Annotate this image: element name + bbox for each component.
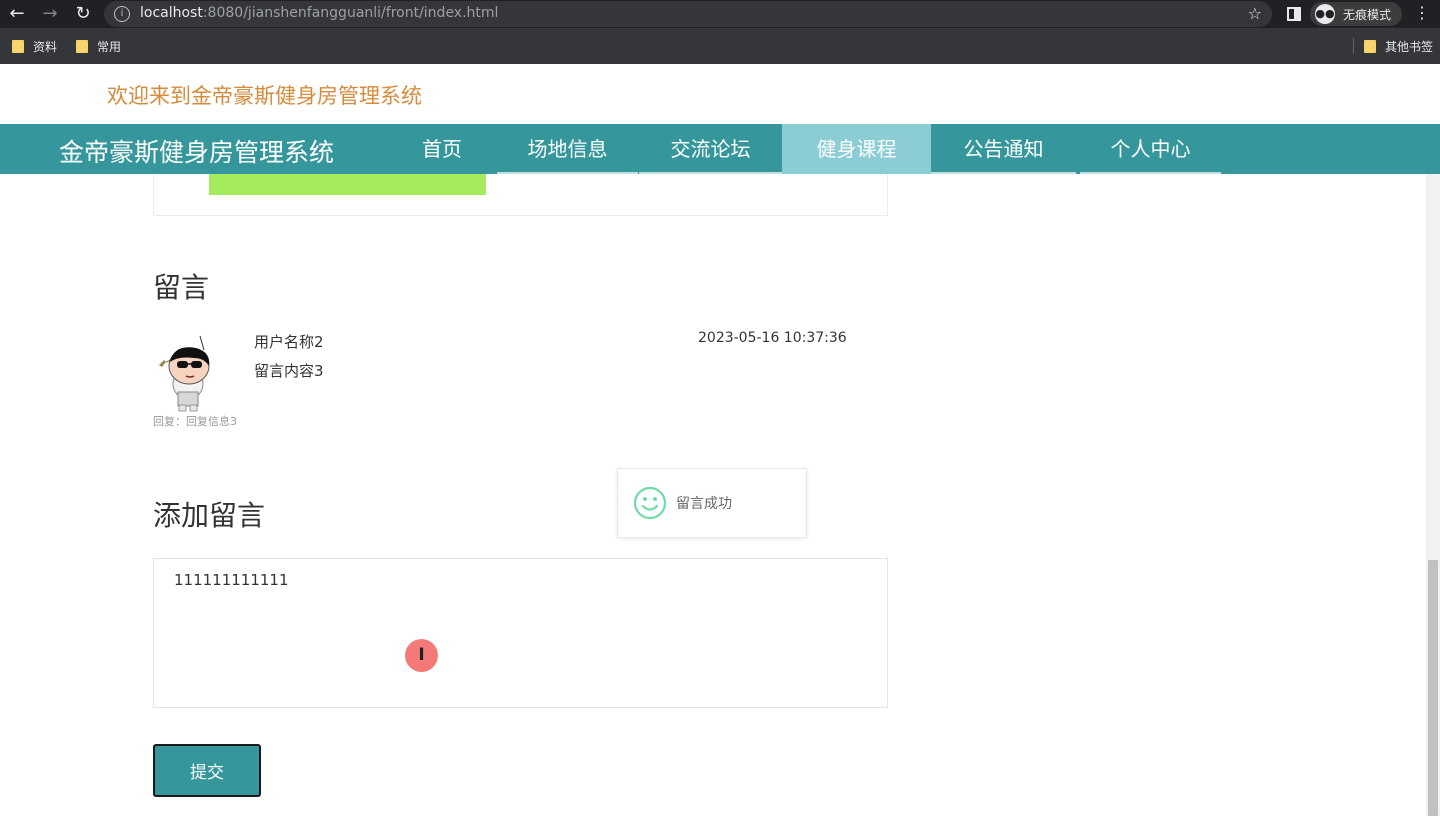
comment-content: 留言内容3 [254,362,324,380]
bookmarks-divider [1353,38,1354,54]
main-navbar: 金帝豪斯健身房管理系统 首页 场地信息 交流论坛 健身课程 公告通知 个人中心 [0,124,1440,174]
nav-item-home[interactable]: 首页 [400,124,484,174]
price-block [209,174,486,195]
site-info-icon[interactable]: i [114,6,130,22]
nav-item-venue-info[interactable]: 场地信息 [497,124,638,174]
bookmark-folder-changyong[interactable]: 常用 [76,38,121,55]
address-bar[interactable]: i localhost:8080/jianshenfangguanli/fron… [104,1,1272,27]
toast-message: 留言成功 [676,496,732,512]
incognito-badge[interactable]: ●● 无痕模式 [1310,2,1402,26]
bookmark-star-icon[interactable]: ☆ [1248,4,1262,23]
more-menu-icon[interactable]: ⋮ [1414,3,1430,22]
nav-item-forum[interactable]: 交流论坛 [639,124,782,174]
other-bookmarks[interactable]: 其他书签 [1364,38,1433,55]
content-area: 留言 用户名称2 留言内容3 2023-05-16 10:37:36 回复：回复… [0,174,1426,816]
comment-username: 用户名称2 [254,333,324,351]
comments-heading: 留言 [153,271,210,304]
nav-item-profile[interactable]: 个人中心 [1080,124,1221,174]
nav-item-courses[interactable]: 健身课程 [782,124,931,174]
side-panel-icon[interactable] [1287,7,1301,21]
folder-icon [76,40,88,53]
bookmarks-bar: 资料 常用 其他书签 [0,28,1440,64]
url-text: localhost:8080/jianshenfangguanli/front/… [140,5,499,21]
back-icon[interactable]: ← [5,2,29,26]
user-avatar [159,335,210,412]
folder-icon [1364,40,1376,53]
incognito-label: 无痕模式 [1343,8,1392,22]
comment-timestamp: 2023-05-16 10:37:36 [698,330,847,346]
page-scrollbar[interactable] [1426,174,1440,816]
nav-item-announcements[interactable]: 公告通知 [931,124,1076,174]
success-toast: 留言成功 [617,468,807,538]
comment-textarea[interactable]: 111111111111 [153,558,888,708]
site-title[interactable]: 金帝豪斯健身房管理系统 [59,133,334,169]
incognito-icon: ●● [1315,4,1335,24]
submit-button[interactable]: 提交 [153,744,261,797]
add-comment-heading: 添加留言 [153,499,266,532]
folder-icon [12,40,24,53]
course-card [153,174,888,216]
reload-icon[interactable]: ↻ [71,2,95,26]
welcome-text: 欢迎来到金帝豪斯健身房管理系统 [107,84,422,108]
bookmark-folder-ziliao[interactable]: 资料 [12,38,57,55]
comment-reply: 回复：回复信息3 [153,415,237,428]
page: 欢迎来到金帝豪斯健身房管理系统 金帝豪斯健身房管理系统 首页 场地信息 交流论坛… [0,64,1440,816]
scrollbar-thumb[interactable] [1428,560,1438,816]
smile-icon [633,486,667,520]
text-cursor-icon: I [405,639,438,672]
forward-icon[interactable]: → [38,2,62,26]
browser-toolbar: ← → ↻ i localhost:8080/jianshenfangguanl… [0,0,1440,28]
